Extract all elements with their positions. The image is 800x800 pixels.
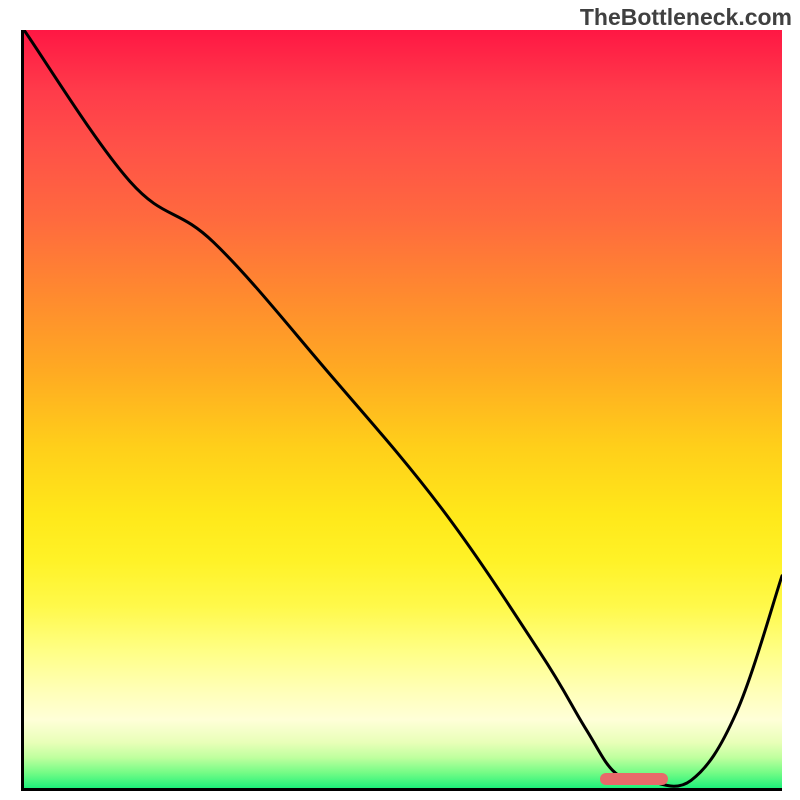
optimum-range-marker	[600, 773, 668, 785]
bottleneck-curve	[24, 30, 782, 788]
chart-area	[21, 30, 782, 791]
watermark-text: TheBottleneck.com	[580, 4, 792, 31]
